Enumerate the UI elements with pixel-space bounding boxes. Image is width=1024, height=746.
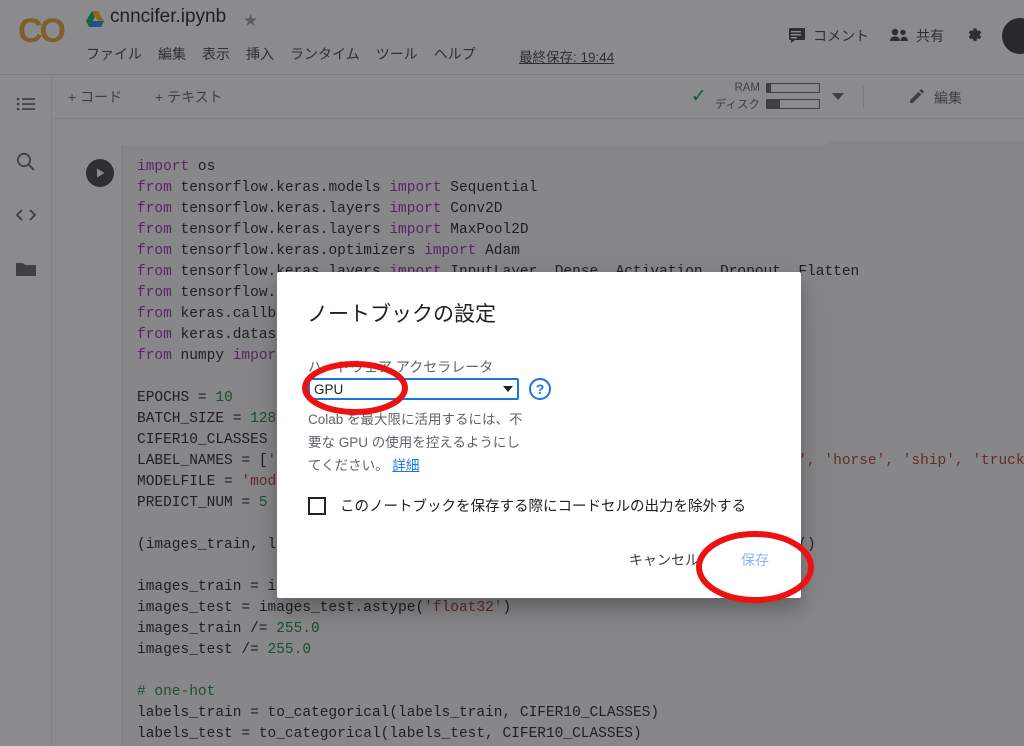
help-details-link[interactable]: 詳細 <box>392 458 419 473</box>
omit-output-label: このノートブックを保存する際にコードセルの出力を除外する <box>340 499 746 515</box>
cancel-button[interactable]: キャンセル <box>621 544 707 576</box>
hardware-accelerator-select[interactable]: GPU <box>308 378 519 400</box>
accelerator-help-text: Colab を最大限に活用するには、不要な GPU の使用を控えるようにしてくだ… <box>308 408 526 477</box>
colab-window: CO cnncifer.ipynb ★ ファイル 編集 表示 挿入 ランタイム … <box>0 0 1024 746</box>
chevron-down-icon <box>503 386 513 392</box>
hardware-accelerator-value: GPU <box>314 381 344 397</box>
dialog-actions: キャンセル 保存 <box>621 544 777 576</box>
omit-output-checkbox[interactable] <box>308 496 326 515</box>
help-icon[interactable]: ? <box>529 378 551 400</box>
notebook-settings-dialog: ノートブックの設定 ハードウェア アクセラレータ GPU ? Colab を最大… <box>277 272 801 598</box>
save-button[interactable]: 保存 <box>733 544 777 576</box>
dialog-title: ノートブックの設定 <box>307 303 496 326</box>
accelerator-field-label: ハードウェア アクセラレータ <box>308 359 494 375</box>
omit-output-checkbox-row[interactable]: このノートブックを保存する際にコードセルの出力を除外する <box>308 495 746 516</box>
